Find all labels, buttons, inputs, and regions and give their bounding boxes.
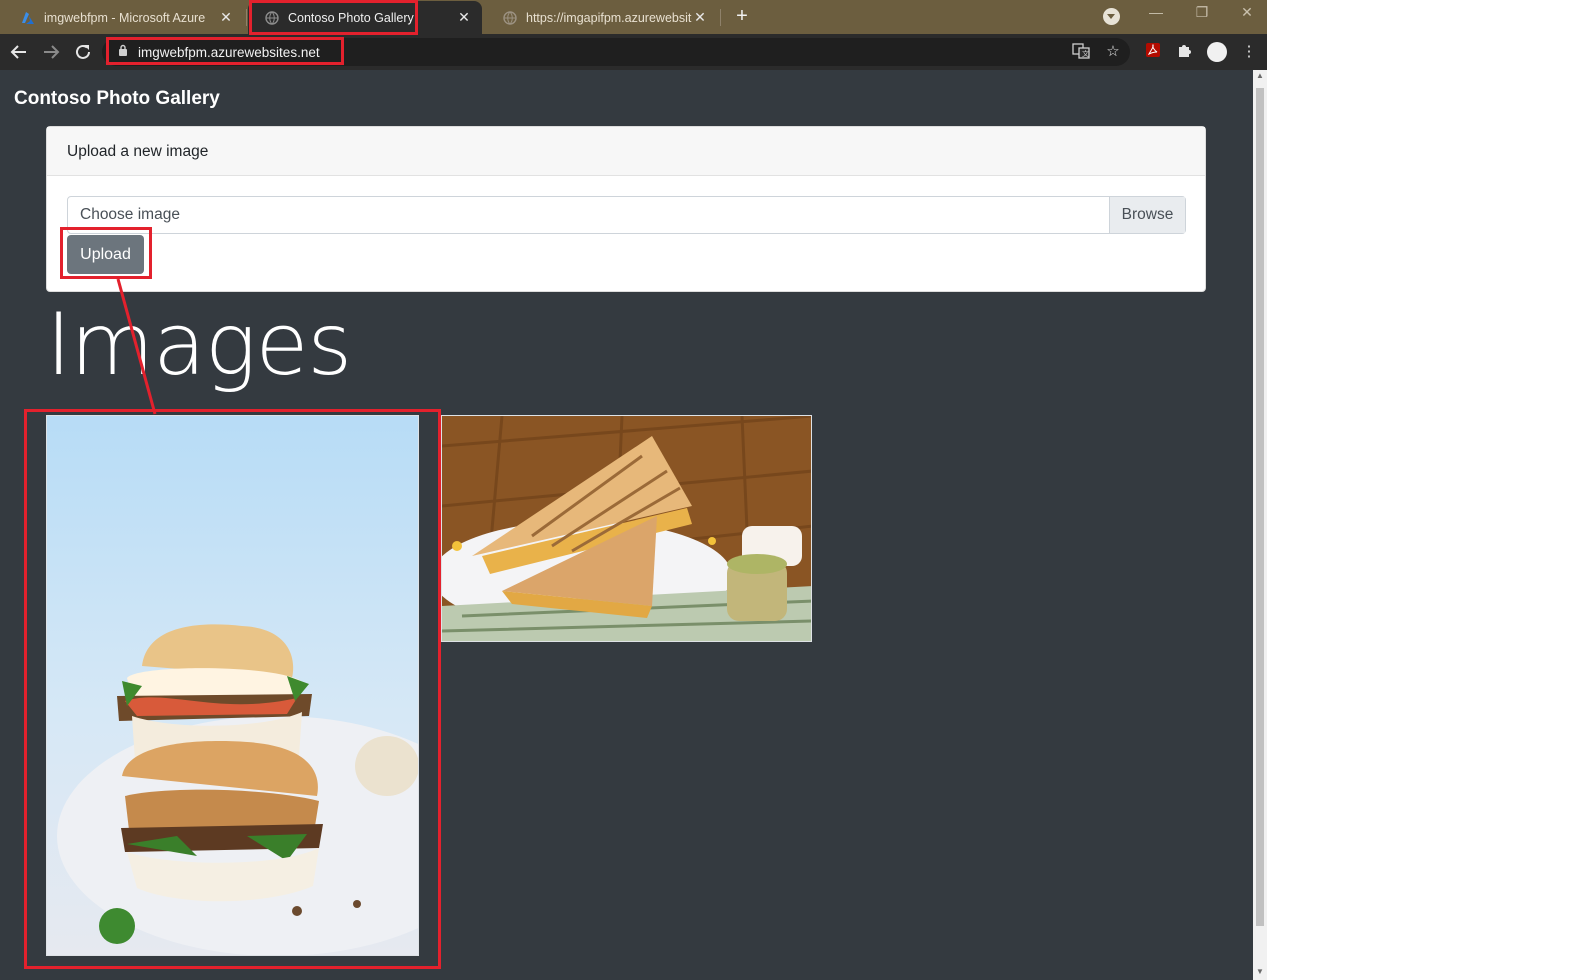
annotation-connector-line (116, 278, 157, 415)
browser-window: imgwebfpm - Microsoft Azure ✕ Contoso Ph… (0, 0, 1267, 980)
